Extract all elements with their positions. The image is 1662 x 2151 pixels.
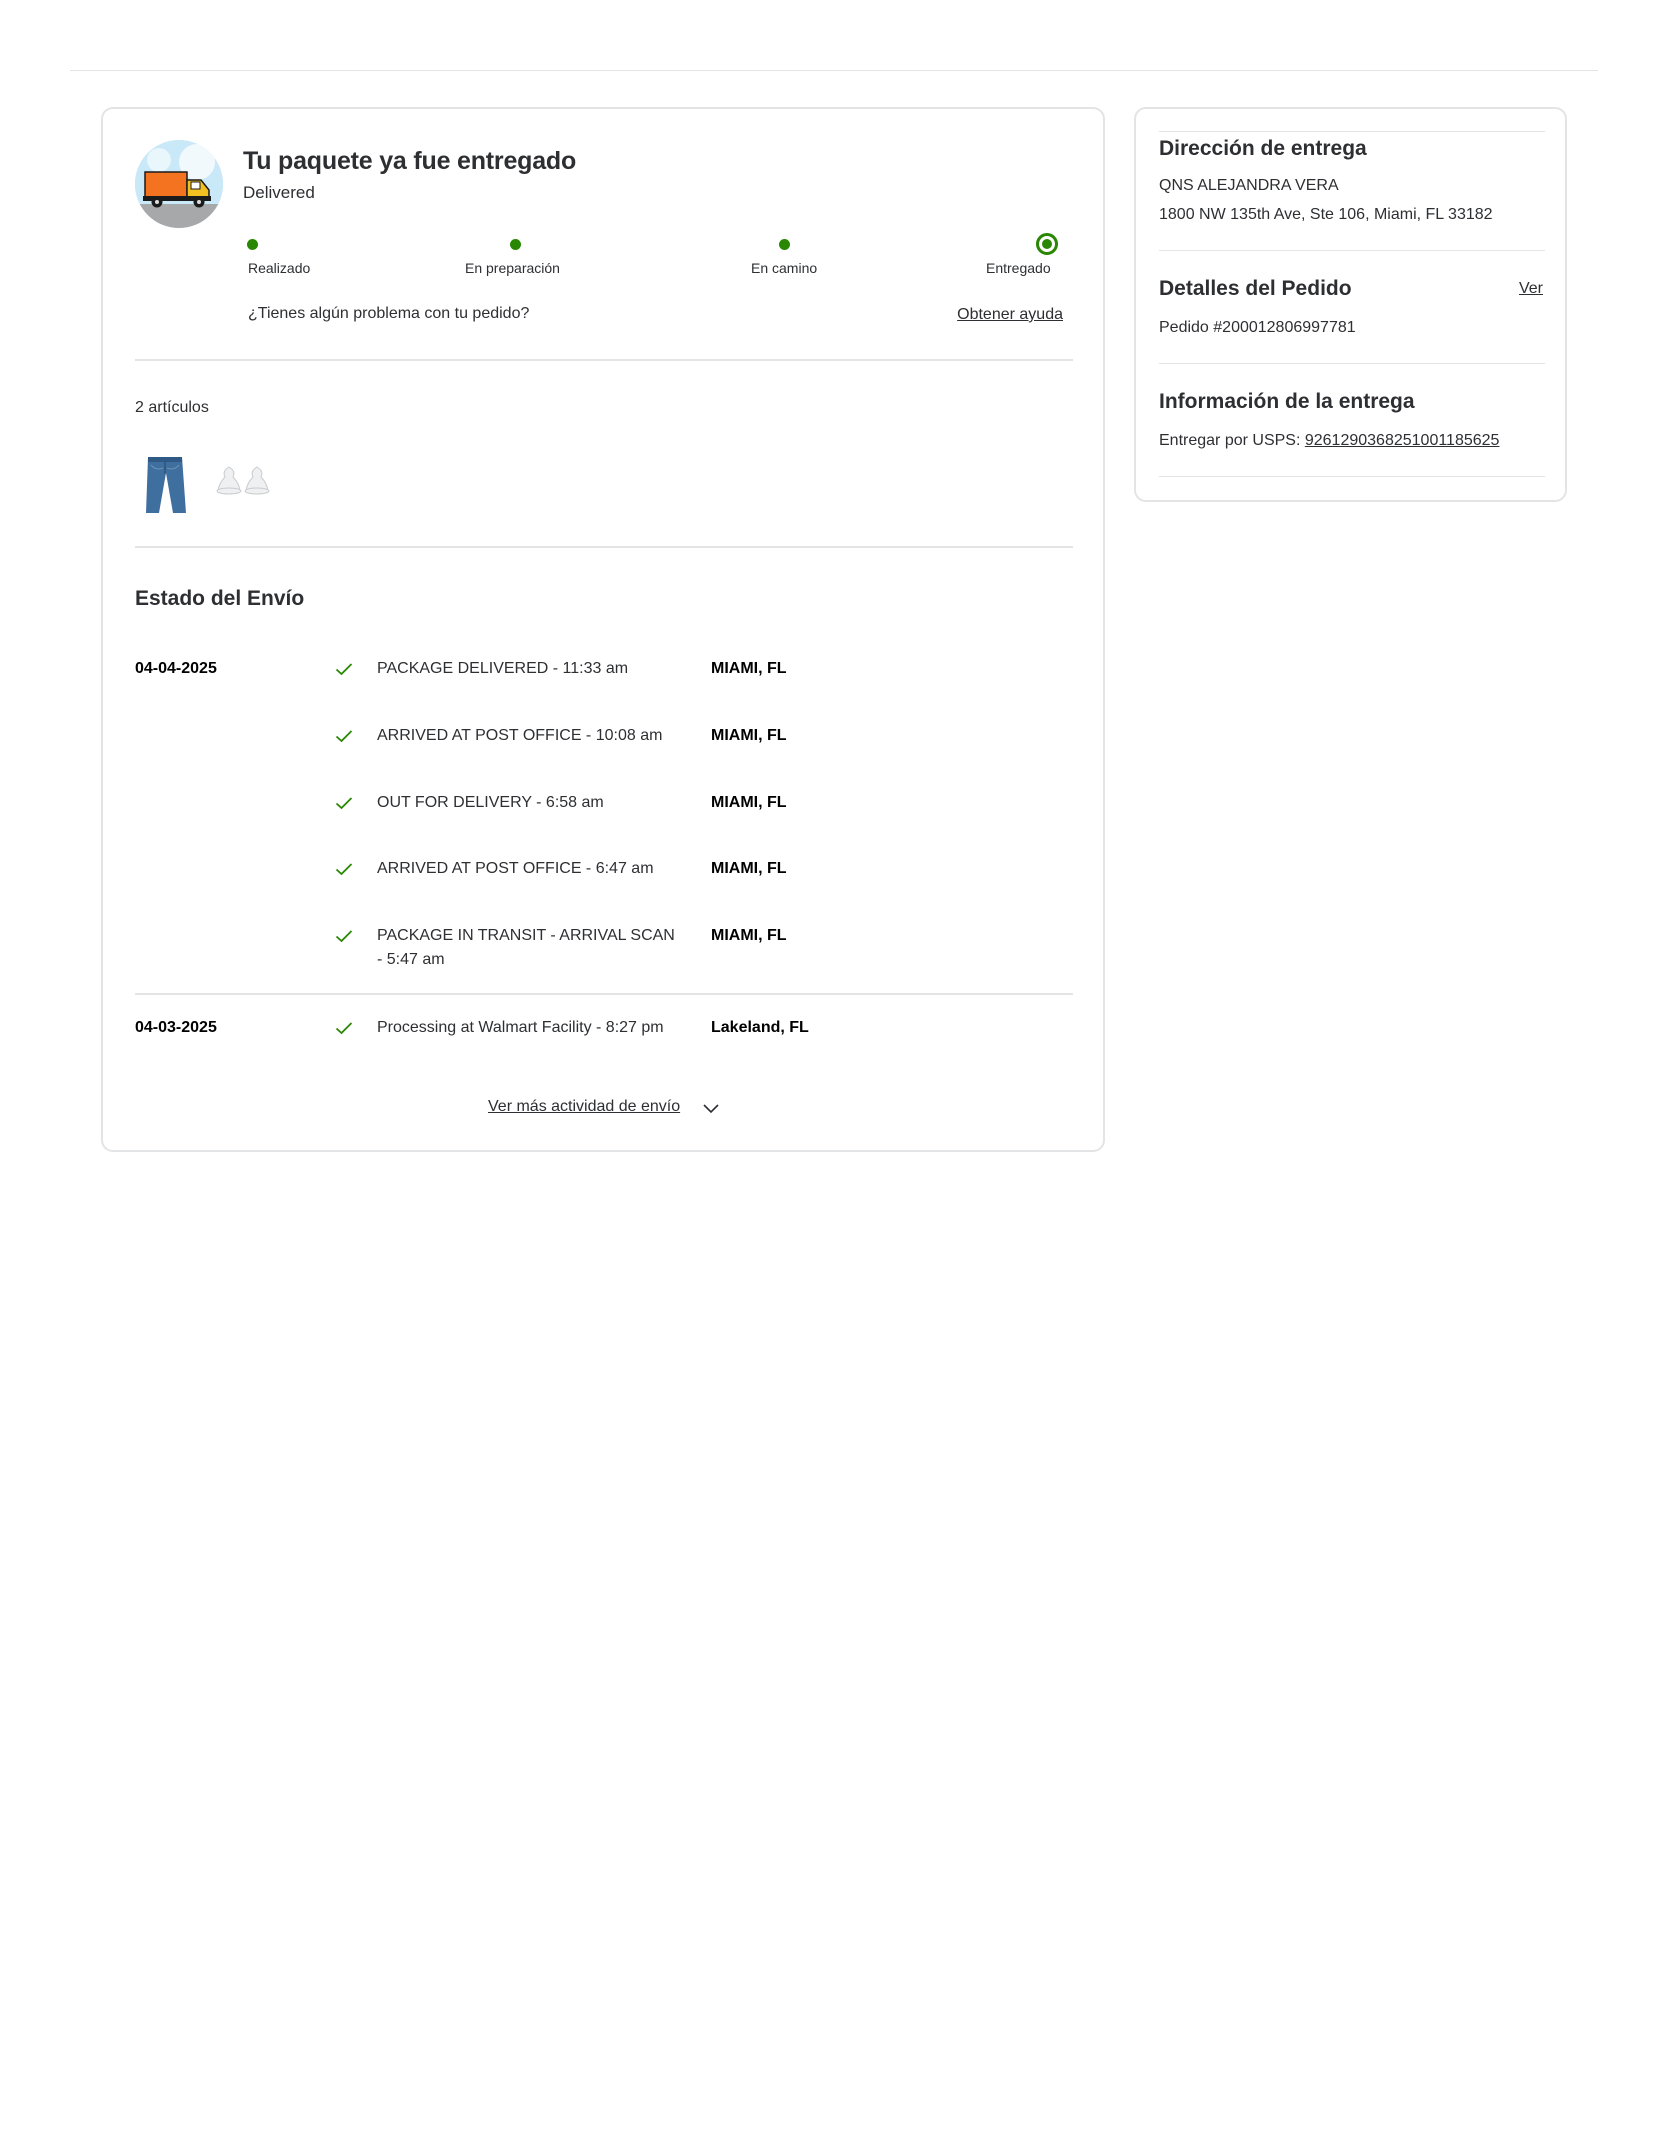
sidebar-divider <box>1159 476 1545 477</box>
check-icon <box>335 662 353 676</box>
section-divider <box>135 359 1073 361</box>
delivery-address: 1800 NW 135th Ave, Ste 106, Miami, FL 33… <box>1159 206 1493 223</box>
step-label-on-the-way: En camino <box>751 260 818 276</box>
shipment-status-title: Estado del Envío <box>135 587 305 610</box>
tracking-event: PACKAGE DELIVERED - 11:33 am <box>377 660 629 677</box>
section-divider <box>135 546 1073 548</box>
status-title: Tu paquete ya fue entregado <box>243 147 577 175</box>
tracking-location: MIAMI, FL <box>711 660 787 677</box>
check-icon <box>335 729 353 743</box>
tracking-location: Lakeland, FL <box>711 1019 809 1036</box>
check-icon <box>335 1021 353 1035</box>
recipient-name: QNS ALEJANDRA VERA <box>1159 177 1339 194</box>
sidebar-divider <box>1159 363 1545 364</box>
tracking-event: OUT FOR DELIVERY - 6:58 am <box>377 794 604 811</box>
step-dot-on-the-way <box>779 239 790 250</box>
step-label-delivered: Entregado <box>986 260 1051 276</box>
more-shipment-activity-link[interactable]: Ver más actividad de envío <box>488 1098 680 1116</box>
tracking-location: MIAMI, FL <box>711 860 787 877</box>
tracking-event: PACKAGE IN TRANSIT - ARRIVAL SCAN - 5:47… <box>377 927 675 968</box>
check-icon <box>335 929 353 943</box>
chevron-down-icon[interactable] <box>702 1101 720 1115</box>
step-dot-preparing <box>510 239 521 250</box>
section-divider <box>135 993 1073 995</box>
carrier-label: Entregar por USPS: <box>1159 432 1301 449</box>
tracking-location: MIAMI, FL <box>711 727 787 744</box>
view-order-link[interactable]: Ver <box>1519 280 1543 298</box>
order-summary-card: Dirección de entrega QNS ALEJANDRA VERA … <box>1134 107 1567 502</box>
tracking-event: ARRIVED AT POST OFFICE - 6:47 am <box>377 860 654 877</box>
tracking-event: ARRIVED AT POST OFFICE - 10:08 am <box>377 727 663 744</box>
jeans-image[interactable] <box>131 447 199 515</box>
delivery-truck-icon <box>135 140 223 228</box>
step-label-preparing: En preparación <box>465 260 560 276</box>
items-count: 2 artículos <box>135 399 209 416</box>
tracking-event: Processing at Walmart Facility - 8:27 pm <box>377 1019 664 1036</box>
step-label-placed: Realizado <box>248 260 311 276</box>
step-dot-placed <box>247 239 258 250</box>
tracking-number-link[interactable]: 9261290368251001185625 <box>1305 432 1500 449</box>
top-divider <box>70 70 1598 71</box>
get-help-link[interactable]: Obtener ayuda <box>957 306 1063 324</box>
tracking-date: 04-03-2025 <box>135 1019 217 1036</box>
step-dot-delivered-current <box>1036 233 1058 255</box>
sidebar-divider <box>1159 131 1545 132</box>
help-question: ¿Tienes algún problema con tu pedido? <box>248 305 530 322</box>
status-subtitle: Delivered <box>243 183 315 202</box>
tracking-location: MIAMI, FL <box>711 927 787 944</box>
tracking-date: 04-04-2025 <box>135 660 217 677</box>
bottle-nipples-image[interactable] <box>210 447 278 515</box>
sidebar-divider <box>1159 250 1545 251</box>
delivery-address-title: Dirección de entrega <box>1159 137 1367 160</box>
check-icon <box>335 862 353 876</box>
tracking-location: MIAMI, FL <box>711 794 787 811</box>
delivery-info-title: Información de la entrega <box>1159 390 1415 413</box>
delivery-carrier: Entregar por USPS: 926129036825100118562… <box>1159 432 1499 450</box>
check-icon <box>335 796 353 810</box>
order-details-title: Detalles del Pedido <box>1159 277 1352 300</box>
order-status-card: Tu paquete ya fue entregado Delivered Re… <box>101 107 1105 1152</box>
order-number: Pedido #200012806997781 <box>1159 319 1356 336</box>
